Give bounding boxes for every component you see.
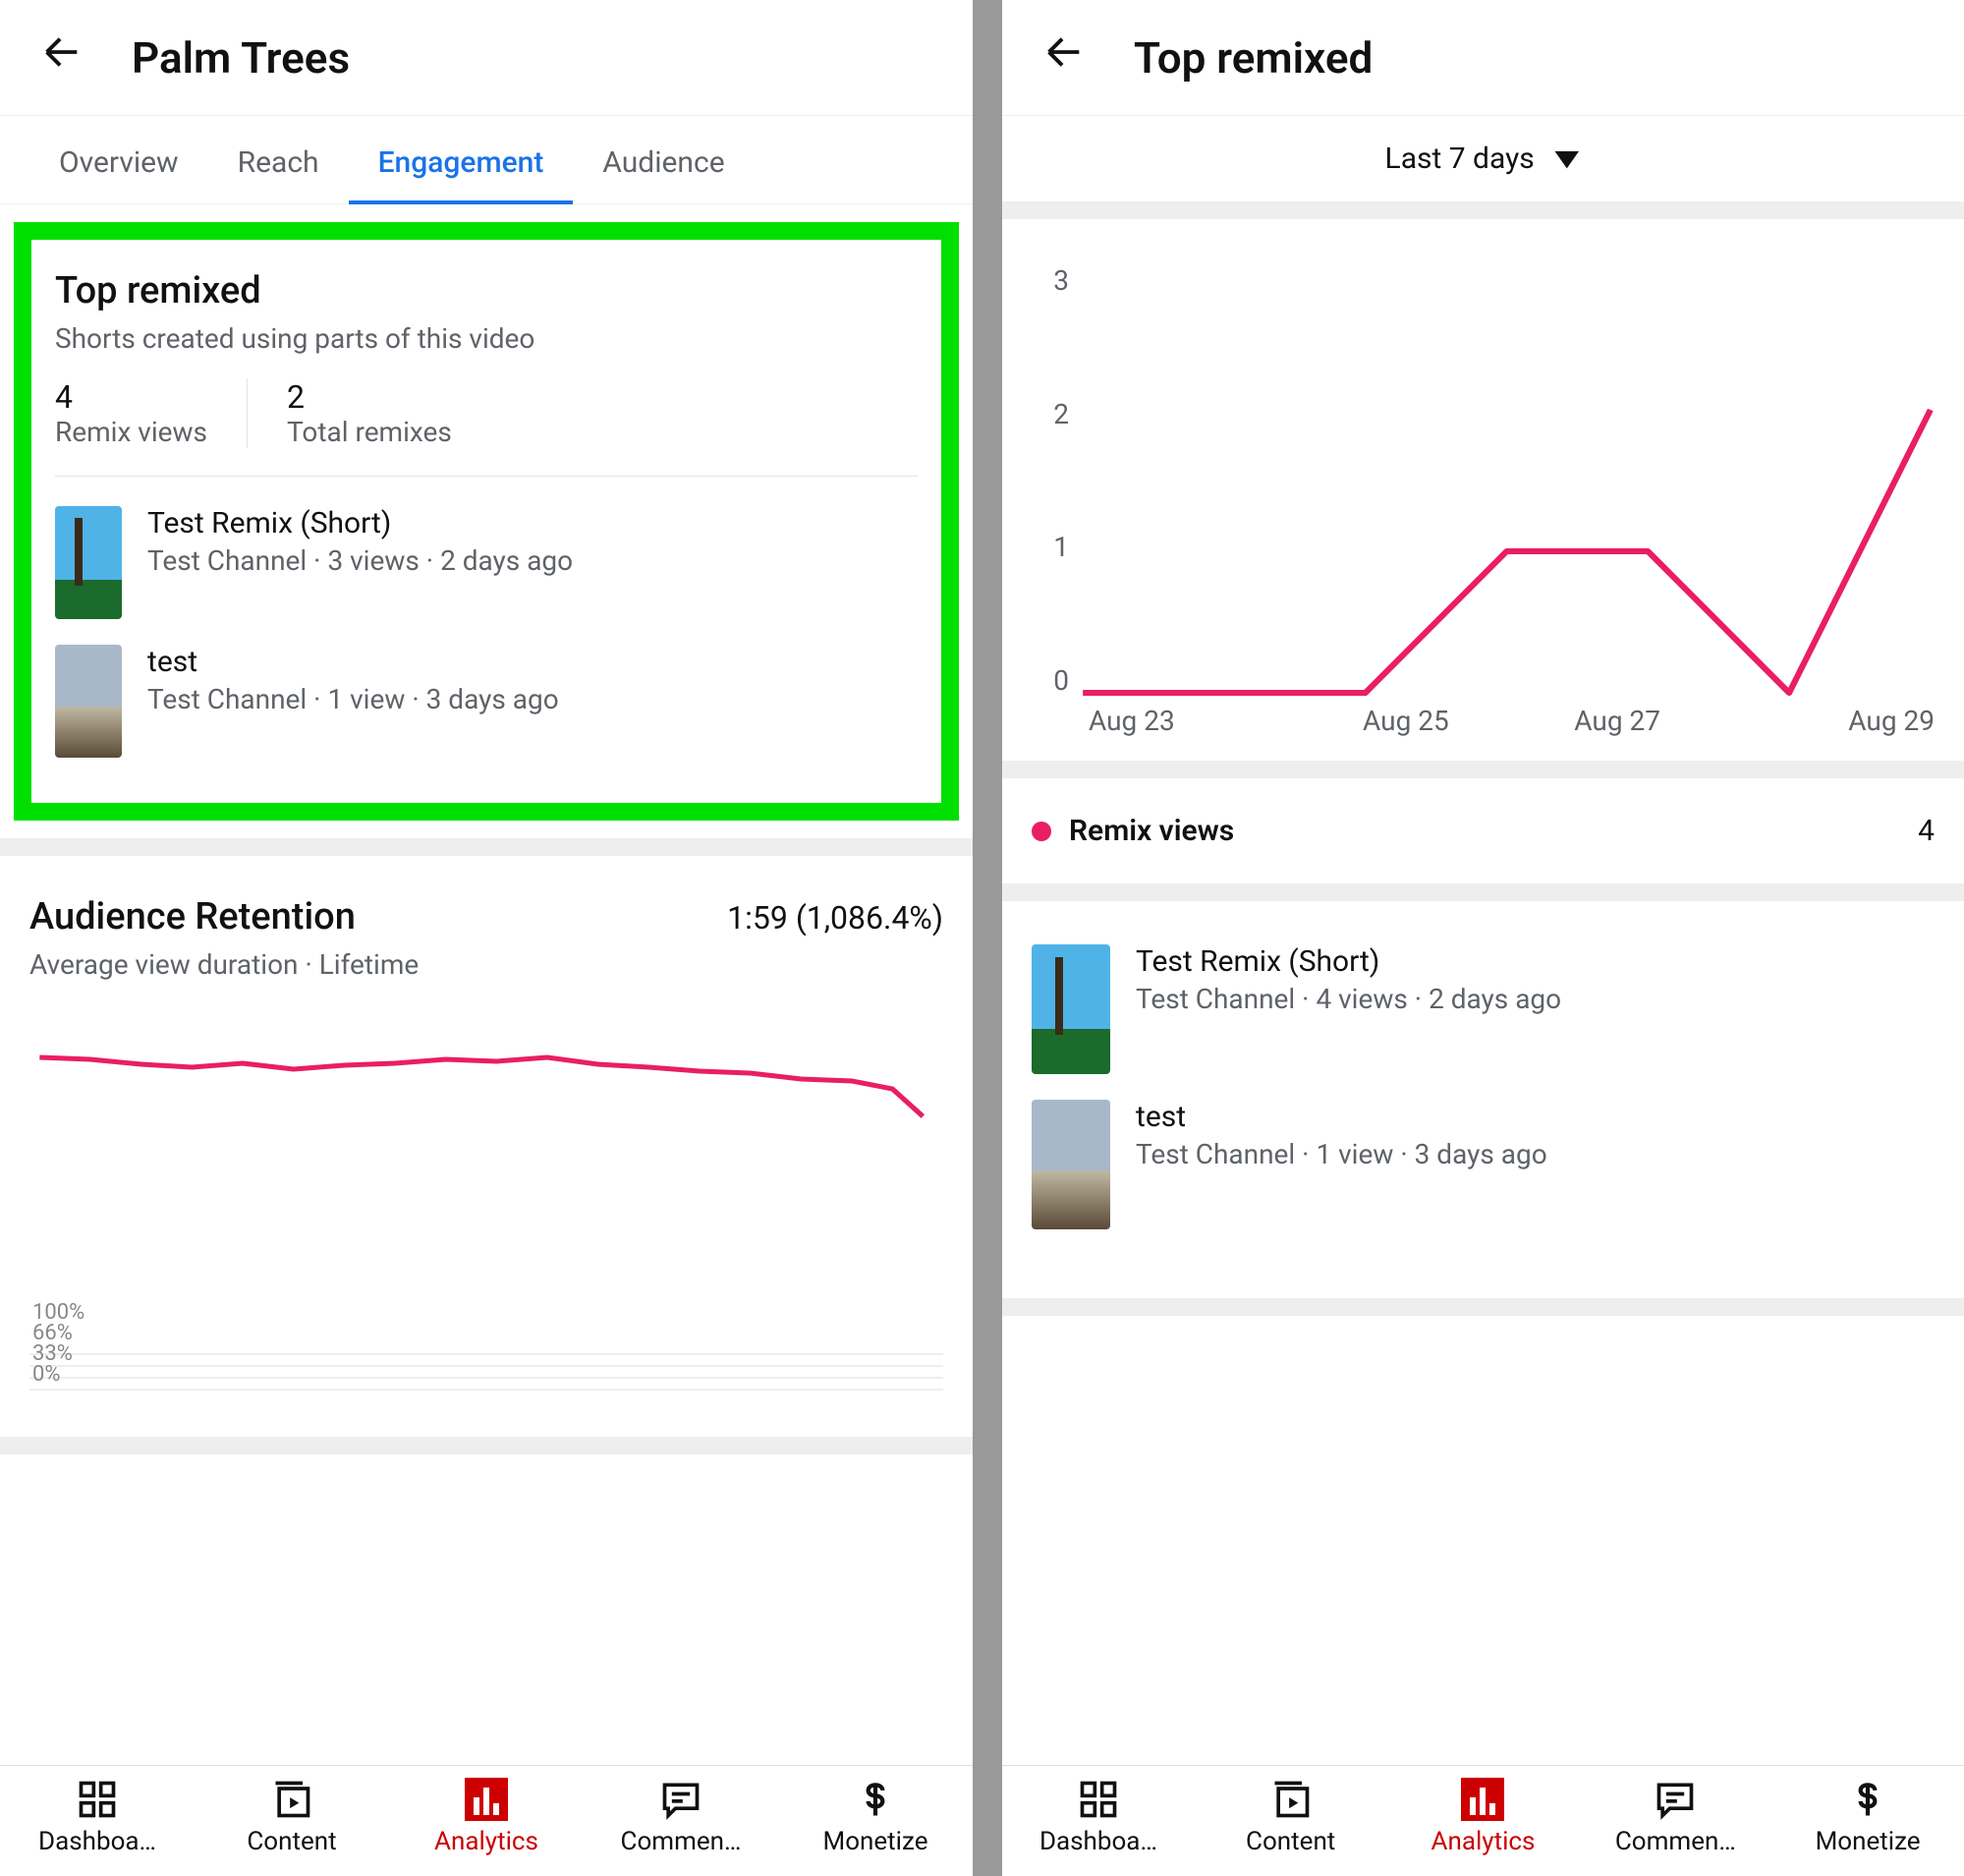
page-title: Palm Trees	[132, 32, 350, 84]
comments-icon	[1654, 1778, 1697, 1821]
metric-label: Remix views	[55, 416, 207, 448]
monetize-icon	[854, 1778, 897, 1821]
metrics-row: 4 Remix views 2 Total remixes	[55, 378, 918, 477]
tab-engagement[interactable]: Engagement	[349, 116, 574, 203]
metric-remix-views[interactable]: 4 Remix views	[55, 378, 248, 448]
remix-views-chart-card: 3 2 1 0 Aug 23 Aug 25 Aug 27 Aug 29	[1002, 219, 1964, 778]
page-title: Top remixed	[1134, 32, 1373, 84]
tab-bar: Overview Reach Engagement Audience	[0, 116, 973, 204]
monetize-icon	[1846, 1778, 1889, 1821]
nav-content[interactable]: Content	[195, 1778, 389, 1856]
top-remixed-detail-screen: Top remixed Last 7 days ▼ 3 2 1 0 Aug 23…	[1002, 0, 1964, 1876]
engagement-screen: Palm Trees Overview Reach Engagement Aud…	[0, 0, 973, 1876]
tab-reach[interactable]: Reach	[208, 116, 349, 203]
remix-item[interactable]: Test Remix (Short) Test Channel · 3 view…	[55, 506, 918, 619]
video-thumbnail-icon	[1032, 1100, 1110, 1229]
metric-value: 4	[55, 378, 207, 416]
analytics-icon	[465, 1778, 508, 1821]
nav-monetize[interactable]: Monetize	[778, 1778, 973, 1856]
legend-value: 4	[1918, 814, 1935, 848]
header: Palm Trees	[0, 0, 973, 116]
period-label: Last 7 days	[1385, 142, 1535, 176]
top-remixed-highlight: Top remixed Shorts created using parts o…	[14, 222, 959, 821]
nav-label: Monetize	[1816, 1827, 1921, 1856]
nav-label: Dashboa…	[38, 1827, 156, 1856]
remix-title: test	[1136, 1100, 1547, 1134]
legend-dot-icon	[1032, 822, 1051, 841]
metric-value: 2	[287, 378, 452, 416]
retention-value: 1:59 (1,086.4%)	[727, 899, 943, 937]
chevron-down-icon: ▼	[1546, 142, 1588, 176]
header: Top remixed	[1002, 0, 1964, 116]
remix-item[interactable]: test Test Channel · 1 view · 3 days ago	[1032, 1100, 1935, 1229]
nav-label: Commen…	[1615, 1827, 1736, 1856]
nav-analytics[interactable]: Analytics	[389, 1778, 584, 1856]
nav-dashboard[interactable]: Dashboa…	[1002, 1778, 1195, 1856]
remix-item[interactable]: Test Remix (Short) Test Channel · 4 view…	[1032, 944, 1935, 1074]
card-title: Top remixed	[55, 269, 918, 313]
analytics-icon	[1461, 1778, 1504, 1821]
nav-label: Analytics	[434, 1827, 538, 1856]
remix-title: test	[147, 645, 559, 679]
nav-dashboard[interactable]: Dashboa…	[0, 1778, 195, 1856]
metric-total-remixes[interactable]: 2 Total remixes	[287, 378, 491, 448]
metric-label: Total remixes	[287, 416, 452, 448]
video-thumbnail-icon	[55, 506, 122, 619]
back-arrow-icon[interactable]	[39, 29, 84, 85]
nav-comments[interactable]: Commen…	[1579, 1778, 1771, 1856]
nav-label: Commen…	[621, 1827, 742, 1856]
nav-label: Dashboa…	[1039, 1827, 1157, 1856]
remix-meta: Test Channel · 1 view · 3 days ago	[147, 683, 559, 715]
chart-x-labels: Aug 23 Aug 25 Aug 27 Aug 29	[1032, 705, 1935, 737]
dashboard-icon	[1077, 1778, 1120, 1821]
remix-meta: Test Channel · 4 views · 2 days ago	[1136, 983, 1561, 1015]
bottom-nav: Dashboa… Content Analytics Commen… Monet…	[0, 1765, 973, 1876]
back-arrow-icon[interactable]	[1041, 29, 1087, 85]
video-thumbnail-icon	[1032, 944, 1110, 1074]
nav-label: Content	[1246, 1827, 1335, 1856]
retention-chart: 100% 66% 33% 0%	[29, 1010, 943, 1403]
nav-label: Content	[247, 1827, 336, 1856]
pane-divider	[973, 0, 1002, 1876]
nav-monetize[interactable]: Monetize	[1771, 1778, 1964, 1856]
remix-list: Test Remix (Short) Test Channel · 4 view…	[1002, 901, 1964, 1316]
bottom-nav: Dashboa… Content Analytics Commen… Monet…	[1002, 1765, 1964, 1876]
retention-y-labels: 100% 66% 33% 0%	[32, 1303, 84, 1386]
content-icon	[270, 1778, 313, 1821]
card-subtitle: Shorts created using parts of this video	[55, 322, 918, 355]
nav-label: Analytics	[1431, 1827, 1536, 1856]
tab-audience[interactable]: Audience	[573, 116, 754, 203]
period-row: Last 7 days ▼	[1002, 116, 1964, 219]
card-title: Audience Retention	[29, 895, 356, 938]
nav-analytics[interactable]: Analytics	[1387, 1778, 1580, 1856]
nav-content[interactable]: Content	[1195, 1778, 1387, 1856]
remix-meta: Test Channel · 3 views · 2 days ago	[147, 544, 573, 577]
remix-title: Test Remix (Short)	[1136, 944, 1561, 979]
nav-label: Monetize	[823, 1827, 928, 1856]
tab-overview[interactable]: Overview	[29, 116, 208, 203]
chart-y-labels: 3 2 1 0	[1032, 264, 1079, 697]
content-icon	[1269, 1778, 1313, 1821]
line-chart[interactable]	[1079, 264, 1935, 697]
comments-icon	[659, 1778, 702, 1821]
remix-title: Test Remix (Short)	[147, 506, 573, 540]
remix-item[interactable]: test Test Channel · 1 view · 3 days ago	[55, 645, 918, 758]
dashboard-icon	[76, 1778, 119, 1821]
period-select[interactable]: Last 7 days ▼	[1385, 142, 1582, 176]
nav-comments[interactable]: Commen…	[584, 1778, 778, 1856]
audience-retention-card: Audience Retention 1:59 (1,086.4%) Avera…	[0, 856, 973, 1454]
video-thumbnail-icon	[55, 645, 122, 758]
card-subtitle: Average view duration · Lifetime	[29, 948, 943, 981]
legend-label: Remix views	[1069, 814, 1234, 848]
chart-legend[interactable]: Remix views 4	[1002, 778, 1964, 901]
remix-meta: Test Channel · 1 view · 3 days ago	[1136, 1138, 1547, 1170]
